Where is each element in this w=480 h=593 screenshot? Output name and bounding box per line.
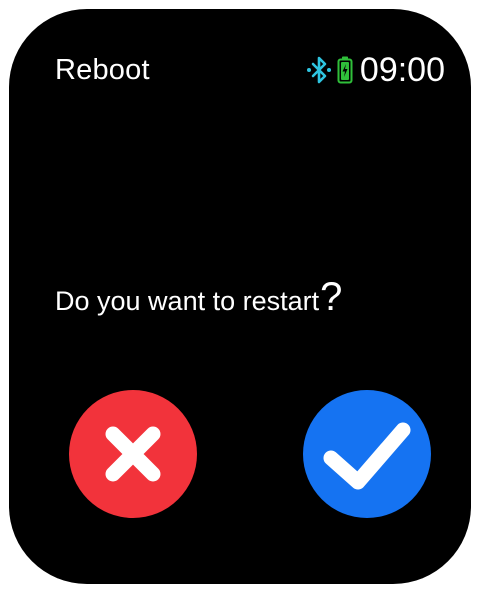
status-indicators: 09:00 xyxy=(306,52,445,88)
prompt-text: Do you want to restart xyxy=(55,286,320,316)
app-title: Reboot xyxy=(55,54,150,86)
restart-prompt: Do you want to restart? xyxy=(55,277,342,321)
close-icon xyxy=(69,390,197,518)
checkmark-icon xyxy=(303,390,431,518)
watch-screen: Reboot 09:00 Do you want to restart? xyxy=(9,9,471,584)
confirm-button[interactable] xyxy=(303,390,431,518)
prompt-question-mark: ? xyxy=(320,275,343,319)
cancel-button[interactable] xyxy=(69,390,197,518)
battery-charging-icon xyxy=(337,56,353,84)
bluetooth-icon xyxy=(306,56,331,84)
status-bar: Reboot 09:00 xyxy=(9,9,471,129)
clock-time: 09:00 xyxy=(359,51,445,89)
